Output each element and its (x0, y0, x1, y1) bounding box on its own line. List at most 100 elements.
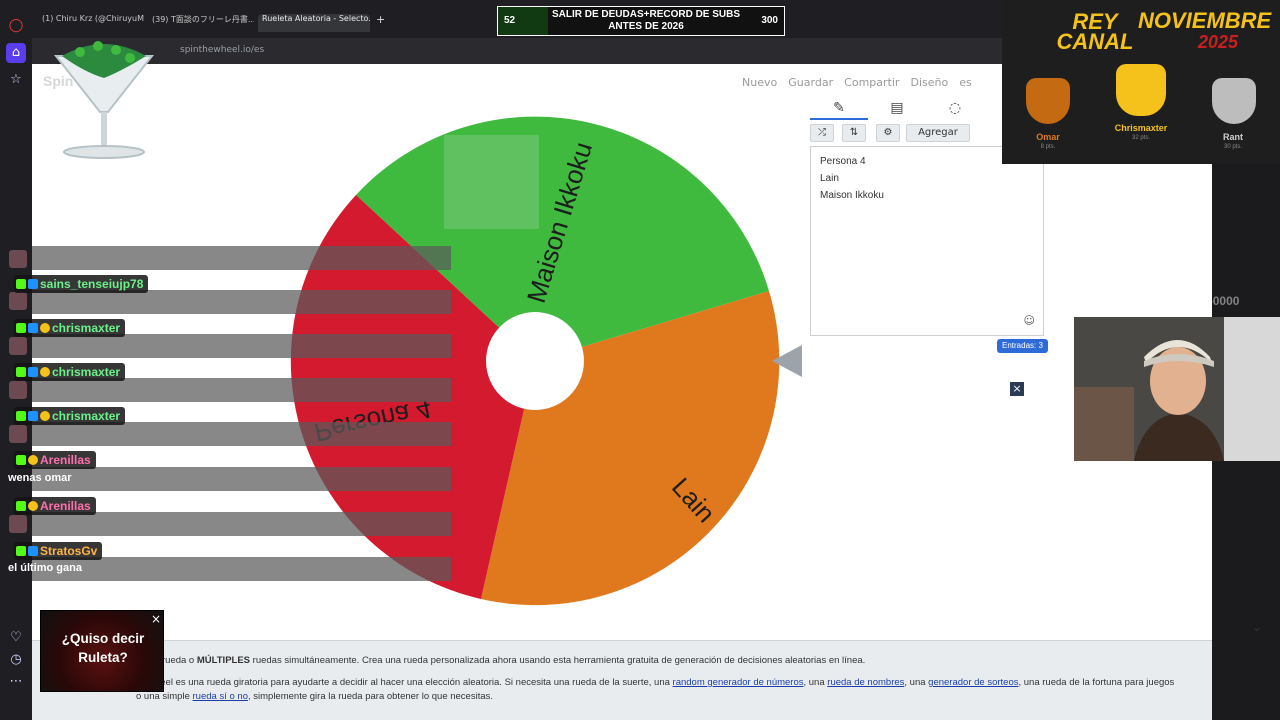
wheel[interactable]: Maison Ikkoku Lain Persona 4 (282, 108, 788, 614)
avatar (9, 381, 27, 399)
more-icon[interactable]: ⋯ (6, 672, 26, 692)
edit-tab-eye-slash-icon[interactable]: ◌ (926, 100, 984, 120)
coin-badge-icon (40, 411, 50, 421)
wolf-icon-gold (1116, 64, 1166, 116)
info-text: , simplemente gira la rueda para obtener… (247, 691, 494, 702)
entry-line: Maison Ikkoku (820, 190, 884, 201)
wolf-icon-bronze (1026, 78, 1070, 124)
kick-badge-icon (16, 279, 26, 289)
url-text: spinthewheel.io/es (180, 45, 265, 55)
nav-design[interactable]: Diseño (910, 76, 948, 89)
info-text: , una (904, 677, 929, 688)
link-random-number[interactable]: random generador de números (673, 677, 804, 688)
sort-button[interactable]: ⇅ (842, 124, 866, 142)
rank-name: Omar (1036, 132, 1060, 142)
chat-message: chrismaxter (14, 407, 126, 425)
chat-stripe (32, 512, 451, 536)
coin-badge-icon (28, 455, 38, 465)
info-text: Wheel es una rueda giratoria para ayudar… (146, 677, 673, 688)
nav-new[interactable]: Nuevo (742, 76, 777, 89)
promo-line: Ruleta? (78, 650, 128, 665)
chat-username: chrismaxter (52, 409, 121, 423)
entries-textarea[interactable]: Persona 4 Lain Maison Ikkoku ☺ (810, 146, 1044, 336)
sub-badge-icon (28, 546, 38, 556)
rank-points: 8 pts. (1040, 144, 1056, 150)
goal-bar: 52 SALIR DE DEUDAS+RECORD DE SUBS ANTES … (497, 6, 785, 36)
chat-username: chrismaxter (52, 365, 121, 379)
rank-name: Chrismaxter (1114, 123, 1168, 133)
shuffle-button[interactable]: ⤮ (810, 124, 834, 142)
sub-badge-icon (28, 367, 38, 377)
avatar (9, 250, 27, 268)
promo-line: ¿Quiso decir (61, 631, 145, 646)
chat-stripe (32, 290, 451, 314)
screen: ◯ ⌂ ☆ ♡ ◷ ⋯ (1) Chiru Krz (@ChiruyuM... … (0, 0, 1280, 720)
tab-label: (39) T面談のフリーレ丹書... (152, 15, 254, 24)
opera-logo-icon[interactable]: ◯ (6, 16, 26, 36)
history-icon[interactable]: ◷ (6, 650, 26, 670)
avatar (9, 337, 27, 355)
entry-line: Lain (820, 173, 839, 184)
chat-stripe (32, 246, 451, 270)
link-yes-no-wheel[interactable]: rueda sí o no (193, 691, 248, 702)
chat-username: Arenillas (40, 499, 91, 513)
chat-stripe (32, 467, 451, 491)
chat-text: wenas omar (8, 472, 72, 484)
kick-badge-icon (16, 546, 26, 556)
coin-badge-icon (28, 501, 38, 511)
wheel-center[interactable] (486, 312, 584, 410)
goal-label: SALIR DE DEUDAS+RECORD DE SUBS ANTES DE … (551, 9, 741, 32)
kick-badge-icon (16, 501, 26, 511)
address-bar[interactable]: spinthewheel.io/es (32, 38, 1012, 64)
tab-twitter[interactable]: (1) Chiru Krz (@ChiruyuM... (38, 14, 144, 32)
chat-text: el último gana (8, 562, 82, 574)
streamer-image (1074, 317, 1280, 461)
kick-badge-icon (16, 411, 26, 421)
webcam-feed (1074, 317, 1280, 461)
chat-username: StratosGv (40, 544, 98, 558)
panel-title: REY CANAL (1050, 11, 1140, 54)
tab-youtube[interactable]: (39) T面談のフリーレ丹書... (148, 14, 254, 32)
avatar (9, 515, 27, 533)
panel-title-line: CANAL (1056, 29, 1134, 54)
settings-button[interactable]: ⚙ (876, 124, 900, 142)
add-image-button[interactable]: Agregar (906, 124, 970, 142)
promo-banner[interactable]: × ¿Quiso decir Ruleta? (40, 610, 164, 692)
sub-badge-icon (28, 279, 38, 289)
chat-username: Arenillas (40, 453, 91, 467)
info-text: , una (803, 677, 828, 688)
home-icon[interactable]: ⌂ (6, 43, 26, 63)
tab-wheel[interactable]: Rueleta Aleatoria - Selecto... (258, 14, 370, 32)
wheel-pointer (772, 345, 802, 377)
star-icon[interactable]: ☆ (6, 70, 26, 90)
top-nav: Nuevo Guardar Compartir Diseño es (742, 76, 980, 89)
avatar (9, 292, 27, 310)
info-line-3: o una simple rueda sí o no, simplemente … (136, 691, 493, 702)
emoji-icon[interactable]: ☺ (1024, 314, 1035, 327)
coin-badge-icon (40, 323, 50, 333)
link-name-wheel[interactable]: rueda de nombres (827, 677, 904, 688)
nav-save[interactable]: Guardar (788, 76, 833, 89)
chat-message: Arenillas (14, 451, 96, 469)
tab-label: Rueleta Aleatoria - Selecto... (262, 14, 370, 23)
heart-icon[interactable]: ♡ (6, 628, 26, 648)
chevron-down-icon[interactable]: ⌄ (1252, 620, 1262, 634)
kick-badge-icon (16, 367, 26, 377)
link-raffle-generator[interactable]: generador de sorteos (928, 677, 1018, 688)
close-icon[interactable]: × (151, 612, 161, 626)
entries-count-badge: Entradas: 3 (997, 339, 1048, 353)
nav-language[interactable]: es (959, 76, 972, 89)
edit-tab-clipboard-icon[interactable]: ▤ (868, 100, 926, 120)
info-text: o una simple (136, 691, 193, 702)
tab-label: (1) Chiru Krz (@ChiruyuM... (42, 14, 144, 23)
nav-share[interactable]: Compartir (844, 76, 899, 89)
browser-sidebar: ◯ ⌂ ☆ ♡ ◷ ⋯ (0, 0, 32, 720)
edit-tab-pencil-icon[interactable]: ✎ (810, 100, 868, 120)
close-icon[interactable]: × (1010, 382, 1024, 396)
info-text: rueda o (162, 655, 197, 666)
sub-badge-icon (28, 323, 38, 333)
kicks-goal-text: KICKs para la PS5 0/250000 (1082, 294, 1240, 308)
chat-message: chrismaxter (14, 363, 126, 381)
new-tab-icon[interactable]: + (374, 13, 390, 31)
panel-month: NOVIEMBRE (1138, 8, 1272, 33)
